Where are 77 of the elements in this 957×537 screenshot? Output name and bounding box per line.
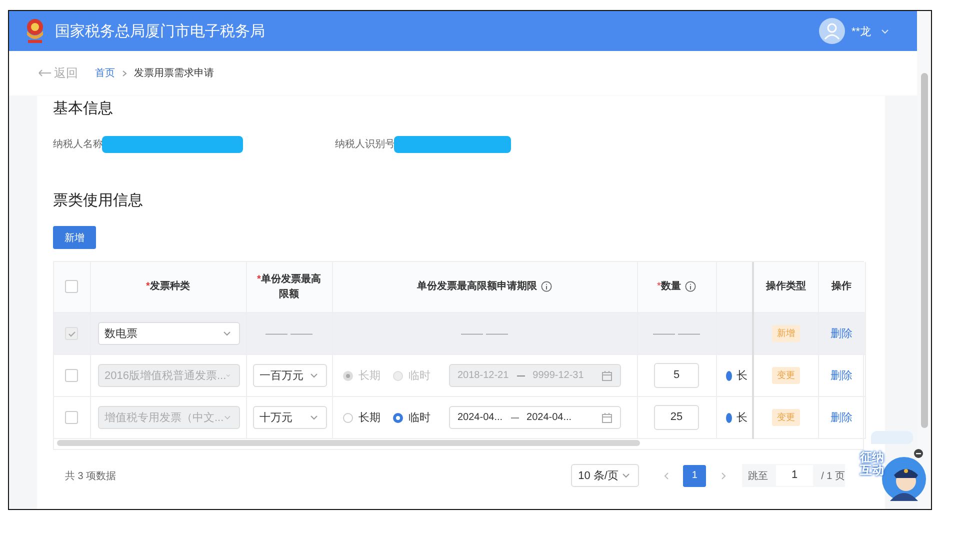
- radio-button[interactable]: [726, 412, 732, 422]
- scrollbar[interactable]: [920, 73, 928, 428]
- chevron-left-icon: [664, 472, 669, 480]
- arrow-left-icon: [38, 69, 52, 77]
- chevron-right-icon: [720, 472, 726, 480]
- operation-tag: 变更: [772, 409, 800, 426]
- jump-label: 跳至: [748, 470, 768, 482]
- section-title: 票类使用信息: [53, 191, 144, 211]
- add-button[interactable]: 新增: [53, 226, 96, 249]
- page-button[interactable]: 1: [683, 464, 706, 486]
- dash-icon: [516, 374, 525, 376]
- caret-icon: [310, 373, 318, 378]
- operation-tag: 变更: [772, 367, 800, 384]
- total-count: 共 3 项数据: [65, 470, 116, 482]
- chevron-right-icon: [122, 70, 127, 76]
- radio-button[interactable]: [342, 412, 352, 422]
- site-title: 国家税务总局厦门市电子税务局: [55, 22, 265, 40]
- info-icon: [541, 281, 552, 292]
- radio-label: 长: [736, 369, 748, 383]
- quantity-input[interactable]: 5: [654, 363, 699, 388]
- caret-icon: [881, 28, 889, 34]
- caret-icon: [622, 473, 630, 478]
- limit-select[interactable]: 一百万元: [252, 364, 326, 387]
- check-icon: [68, 330, 76, 336]
- date-range-field[interactable]: 2024-04... 2024-04...: [448, 406, 620, 429]
- scrollbar[interactable]: [57, 440, 640, 446]
- radio-label: 临时: [408, 411, 430, 425]
- avatar-icon: [819, 18, 846, 44]
- column-header: 发票种类: [150, 281, 190, 292]
- radio-label: 长: [736, 411, 748, 425]
- delete-link[interactable]: 删除: [830, 412, 852, 424]
- breadcrumb-current: 发票用票需求申请: [134, 66, 214, 80]
- required-mark: *: [657, 281, 661, 292]
- column-header: 单份发票最高限额申请期限: [417, 281, 537, 292]
- radio-label: 长期: [358, 411, 380, 425]
- checkbox[interactable]: [65, 369, 78, 382]
- delete-link[interactable]: 删除: [830, 370, 852, 382]
- caret-icon: [224, 415, 230, 420]
- placeholder-dash: —— ——: [652, 328, 700, 340]
- delete-link[interactable]: 删除: [830, 328, 852, 340]
- checkbox[interactable]: [65, 280, 78, 294]
- column-header: 操作: [832, 281, 852, 292]
- dash-icon: [510, 416, 519, 418]
- assistant-label[interactable]: 征纳互动: [860, 451, 886, 478]
- field-label: 纳税人名称: [53, 138, 103, 151]
- column-header: 操作类型: [766, 281, 806, 292]
- invoice-type-select[interactable]: 数电票: [98, 322, 240, 345]
- operation-tag: 新增: [772, 325, 800, 342]
- column-header: 单份发票最高限额: [260, 274, 321, 300]
- section-title: 基本信息: [53, 99, 114, 119]
- page-size-select[interactable]: 10 条/页: [571, 464, 640, 487]
- page-input[interactable]: 1: [776, 465, 814, 486]
- calendar-icon: [602, 412, 612, 422]
- checkbox[interactable]: [65, 411, 78, 424]
- back-link[interactable]: 返回: [38, 64, 78, 82]
- caret-icon: [310, 415, 318, 420]
- radio-button[interactable]: [392, 412, 402, 422]
- required-mark: *: [257, 274, 261, 285]
- info-icon: [684, 281, 696, 292]
- required-mark: *: [146, 281, 150, 292]
- radio-label: 长期: [358, 369, 380, 383]
- placeholder-dash: —— ——: [265, 328, 313, 340]
- field-label: 纳税人识别号: [335, 138, 395, 151]
- page-count: / 1 页: [821, 470, 845, 482]
- calendar-icon: [602, 370, 612, 380]
- radio-label: 临时: [408, 369, 430, 383]
- breadcrumb-link[interactable]: 首页: [95, 66, 115, 80]
- caret-icon: [222, 331, 230, 336]
- user-name[interactable]: **龙: [851, 24, 871, 38]
- limit-select[interactable]: 十万元: [252, 406, 326, 429]
- caret-icon: [226, 373, 230, 378]
- column-header: 数量: [660, 281, 681, 292]
- emblem-icon: [24, 18, 46, 44]
- help-bubble[interactable]: [871, 431, 913, 444]
- radio-button[interactable]: [726, 370, 732, 380]
- quantity-input[interactable]: 25: [654, 405, 699, 430]
- placeholder-dash: —— ——: [460, 328, 508, 340]
